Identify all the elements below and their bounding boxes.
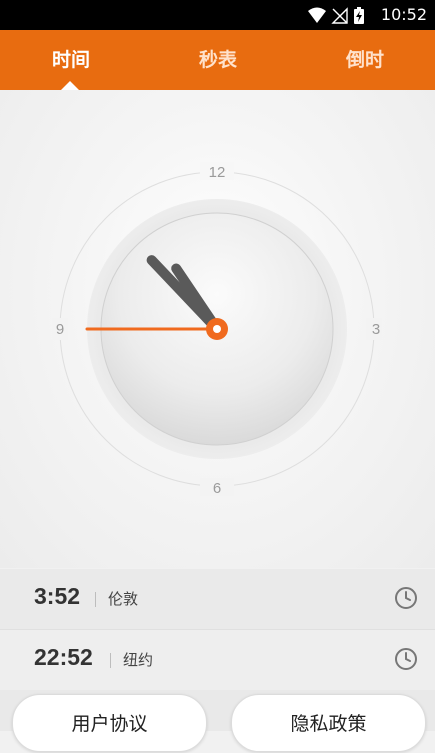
world-clock-time: 3:52	[34, 583, 81, 609]
tab-stopwatch[interactable]: 秒表	[158, 30, 278, 90]
status-time: 10:52	[380, 5, 427, 24]
world-clock-row-new-york[interactable]: 22:52 纽约	[0, 630, 435, 691]
footer-bar: 用户协议 隐私政策	[0, 690, 435, 752]
dial-number-3: 3	[372, 321, 380, 338]
active-tab-indicator	[61, 81, 79, 90]
world-clock-row-london[interactable]: 3:52 伦敦	[0, 569, 435, 630]
dial-number-6: 6	[213, 480, 221, 497]
status-icons	[308, 7, 364, 24]
no-signal-icon	[331, 7, 348, 24]
status-bar: 10:52	[0, 0, 435, 30]
world-clock-city: 纽约	[123, 651, 154, 669]
dial-number-9: 9	[56, 321, 64, 338]
clock-center-dot	[213, 325, 221, 333]
tab-countdown[interactable]: 倒时	[305, 30, 425, 90]
world-clock-city: 伦敦	[108, 590, 139, 608]
clock-icon[interactable]	[394, 647, 418, 671]
battery-charging-icon	[354, 7, 364, 24]
world-clock-time: 22:52	[34, 644, 93, 670]
divider	[95, 592, 96, 607]
user-agreement-button[interactable]: 用户协议	[12, 694, 207, 752]
analog-clock: 12 3 6 9	[52, 162, 382, 497]
analog-clock-area: 12 3 6 9	[0, 90, 435, 568]
dial-number-12: 12	[209, 164, 226, 181]
wifi-icon	[308, 7, 326, 23]
privacy-policy-button[interactable]: 隐私政策	[231, 694, 426, 752]
clock-icon[interactable]	[394, 586, 418, 610]
divider	[110, 653, 111, 668]
